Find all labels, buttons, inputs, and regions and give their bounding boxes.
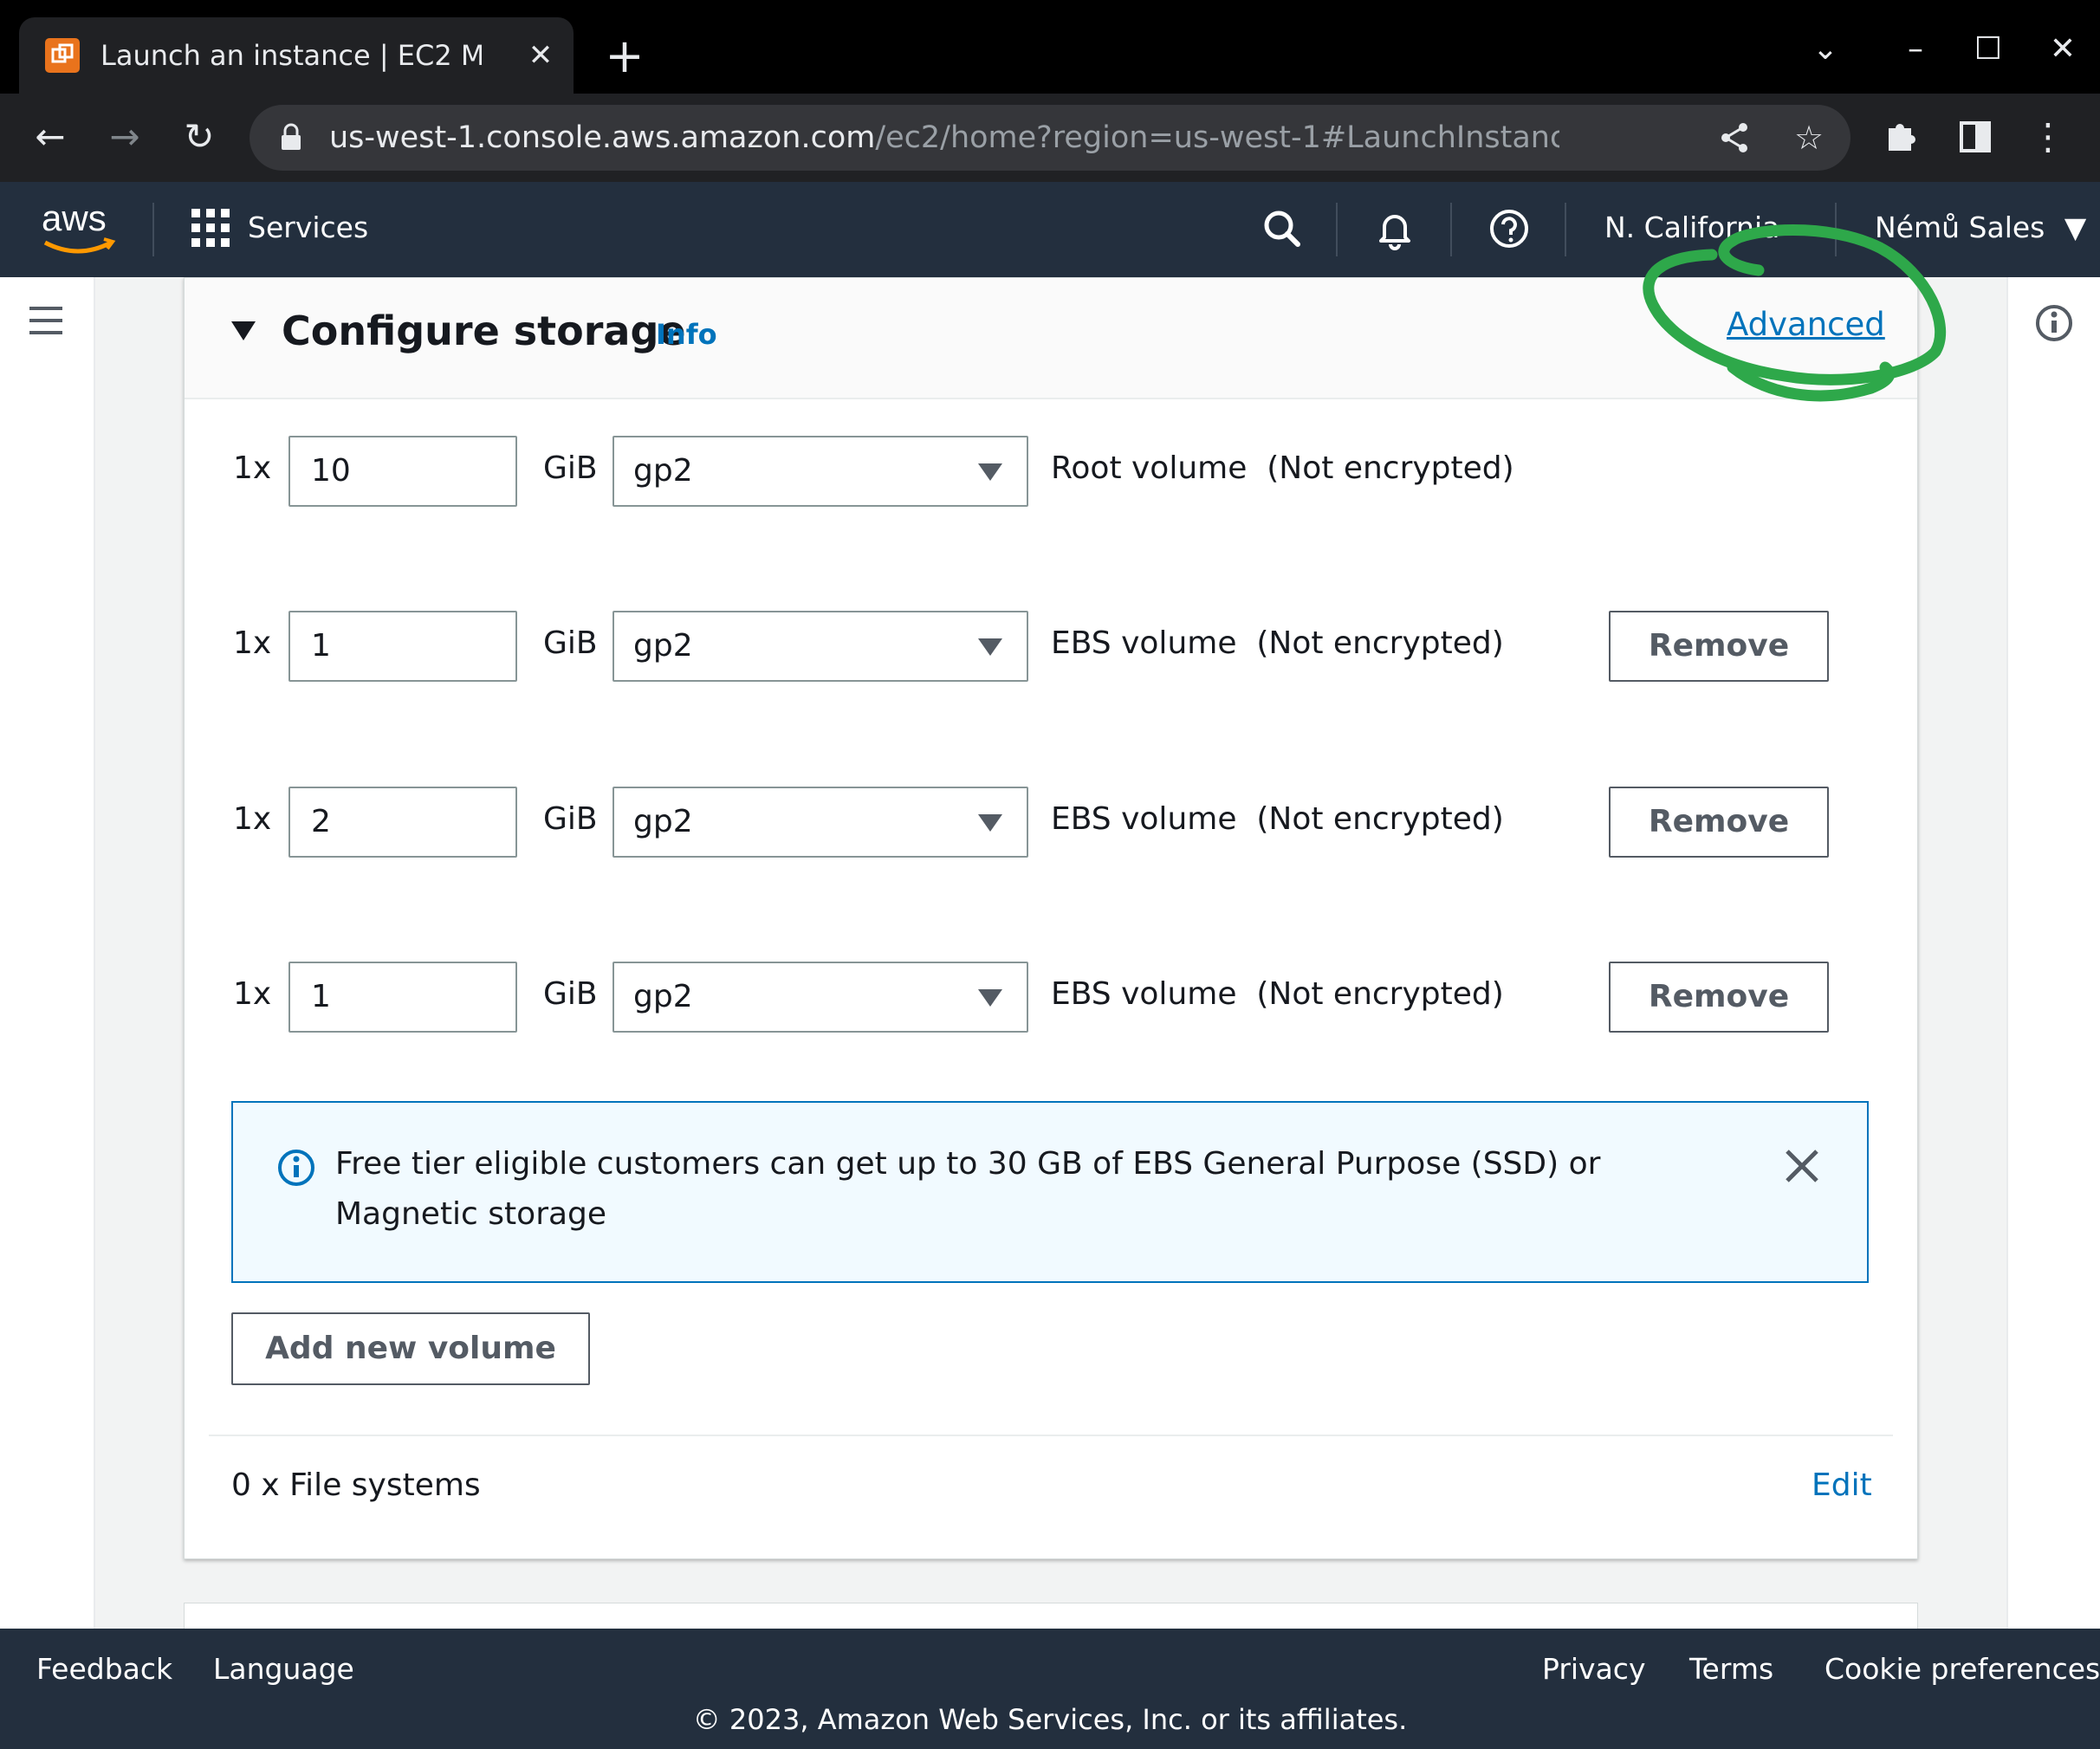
volume-size-input[interactable]: 1 xyxy=(288,611,517,682)
caret-down-icon xyxy=(976,637,1004,657)
browser-tab[interactable]: Launch an instance | EC2 Manag ✕ xyxy=(19,17,574,94)
browser-toolbar: ← → ↻ us-west-1.console.aws.amazon.com/e… xyxy=(0,94,2100,182)
tab-title: Launch an instance | EC2 Manag xyxy=(100,39,482,72)
volume-type-select[interactable]: gp2 xyxy=(612,436,1028,507)
notifications-bell-icon[interactable] xyxy=(1371,204,1419,253)
tab-close-icon[interactable]: ✕ xyxy=(522,36,560,74)
terms-link[interactable]: Terms xyxy=(1689,1646,1773,1693)
services-menu[interactable]: Services xyxy=(248,206,368,249)
nav-separator xyxy=(152,203,154,256)
advanced-link[interactable]: Advanced xyxy=(1727,301,1885,349)
nav-separator xyxy=(1450,203,1452,256)
menu-hamburger-icon[interactable] xyxy=(26,303,66,338)
panel-header: Configure storage Info Advanced xyxy=(185,278,1917,399)
free-tier-alert: Free tier eligible customers can get up … xyxy=(231,1101,1869,1283)
cookie-preferences-link[interactable]: Cookie preferences xyxy=(1825,1646,2100,1693)
volume-multiplier: 1x xyxy=(233,976,272,1012)
address-bar[interactable]: us-west-1.console.aws.amazon.com/ec2/hom… xyxy=(250,105,1850,171)
volume-unit-label: GiB xyxy=(543,625,598,661)
volume-type-select[interactable]: gp2 xyxy=(612,787,1028,858)
volume-type-select[interactable]: gp2 xyxy=(612,611,1028,682)
browser-tab-bar: Launch an instance | EC2 Manag ✕ + ⌄ – ☐… xyxy=(0,0,2100,94)
caret-down-icon xyxy=(976,813,1004,833)
main-content: Configure storage Info Advanced 1x 10 GiB g… xyxy=(0,277,2100,1639)
console-footer: Feedback Language Privacy Terms Cookie p… xyxy=(0,1629,2100,1749)
extensions-icon[interactable] xyxy=(1876,113,1925,161)
nav-separator xyxy=(1565,203,1566,256)
volume-unit-label: GiB xyxy=(543,801,598,837)
volume-multiplier: 1x xyxy=(233,625,272,661)
caret-down-icon xyxy=(976,462,1004,483)
region-selector[interactable]: N. California xyxy=(1604,206,1778,249)
url-path: /ec2/home?region=us-west-1#LaunchInstanc… xyxy=(875,120,1559,155)
volume-size-input[interactable]: 10 xyxy=(288,436,517,507)
remove-volume-button[interactable]: Remove xyxy=(1609,787,1829,858)
forward-icon[interactable]: → xyxy=(99,111,151,163)
ec2-favicon-icon xyxy=(45,38,80,73)
maximize-icon[interactable]: ☐ xyxy=(1965,26,2012,73)
caret-down-icon: ▼ xyxy=(2064,211,2087,244)
side-panel-icon[interactable] xyxy=(1951,113,2000,161)
left-nav-rail xyxy=(0,277,95,1629)
volume-description: EBS volume (Not encrypted) xyxy=(1051,976,1504,1012)
remove-volume-button[interactable]: Remove xyxy=(1609,962,1829,1033)
nav-separator xyxy=(1835,203,1837,256)
alert-text: Free tier eligible customers can get up … xyxy=(335,1146,1601,1232)
volume-unit-label: GiB xyxy=(543,450,598,486)
back-icon[interactable]: ← xyxy=(24,111,76,163)
aws-top-nav: aws Services N. California Némů Sales ▼ xyxy=(0,182,2100,277)
info-panel-icon[interactable] xyxy=(2034,303,2074,343)
volume-description: Root volume (Not encrypted) xyxy=(1051,450,1514,486)
volume-size-input[interactable]: 1 xyxy=(288,962,517,1033)
volume-type-value: gp2 xyxy=(633,979,693,1014)
url-host: us-west-1.console.aws.amazon.com xyxy=(329,120,876,155)
configure-storage-panel: Configure storage Info Advanced 1x 10 GiB g… xyxy=(184,277,1918,1559)
volume-multiplier: 1x xyxy=(233,801,272,837)
browser-menu-icon[interactable]: ⋮ xyxy=(2024,113,2072,161)
info-circle-icon xyxy=(276,1148,316,1188)
dismiss-alert-icon[interactable] xyxy=(1782,1146,1822,1186)
share-icon[interactable] xyxy=(1714,117,1755,159)
nav-separator xyxy=(1336,203,1338,256)
lock-icon[interactable] xyxy=(275,122,307,153)
reload-icon[interactable]: ↻ xyxy=(173,111,225,163)
feedback-link[interactable]: Feedback xyxy=(36,1646,172,1693)
add-new-volume-button[interactable]: Add new volume xyxy=(231,1312,590,1385)
account-menu[interactable]: Némů Sales ▼ xyxy=(1875,206,2086,249)
divider xyxy=(209,1435,1893,1436)
url-text[interactable]: us-west-1.console.aws.amazon.com/ec2/hom… xyxy=(329,117,1559,159)
language-link[interactable]: Language xyxy=(213,1646,354,1693)
copyright-text: © 2023, Amazon Web Services, Inc. or its… xyxy=(692,1703,1408,1736)
collapse-caret-icon[interactable] xyxy=(230,316,257,344)
section-title[interactable]: Configure storage xyxy=(282,301,686,361)
account-name: Némů Sales xyxy=(1875,211,2045,244)
volume-multiplier: 1x xyxy=(233,450,272,486)
tab-search-icon[interactable]: ⌄ xyxy=(1802,26,1849,73)
new-tab-icon[interactable]: + xyxy=(601,33,648,80)
services-grid-icon[interactable] xyxy=(191,208,230,248)
bookmark-star-icon[interactable]: ☆ xyxy=(1788,117,1830,159)
volume-description: EBS volume (Not encrypted) xyxy=(1051,801,1504,837)
remove-volume-button[interactable]: Remove xyxy=(1609,611,1829,682)
file-systems-label: 0 x File systems xyxy=(231,1467,481,1503)
search-icon[interactable] xyxy=(1258,204,1306,253)
window-close-icon[interactable]: ✕ xyxy=(2039,26,2086,73)
minimize-icon[interactable]: – xyxy=(1892,26,1939,73)
help-icon[interactable] xyxy=(1485,204,1533,253)
edit-file-systems-link[interactable]: Edit xyxy=(1812,1460,1872,1512)
right-help-rail xyxy=(2006,277,2100,1629)
caret-down-icon xyxy=(976,988,1004,1008)
volume-size-input[interactable]: 2 xyxy=(288,787,517,858)
volume-type-select[interactable]: gp2 xyxy=(612,962,1028,1033)
volume-unit-label: GiB xyxy=(543,976,598,1012)
volume-type-value: gp2 xyxy=(633,628,693,664)
volume-description: EBS volume (Not encrypted) xyxy=(1051,625,1504,661)
info-link[interactable]: Info xyxy=(656,313,717,356)
privacy-link[interactable]: Privacy xyxy=(1542,1646,1645,1693)
aws-logo[interactable]: aws xyxy=(38,198,121,262)
volume-type-value: gp2 xyxy=(633,804,693,839)
volume-type-value: gp2 xyxy=(633,453,693,489)
